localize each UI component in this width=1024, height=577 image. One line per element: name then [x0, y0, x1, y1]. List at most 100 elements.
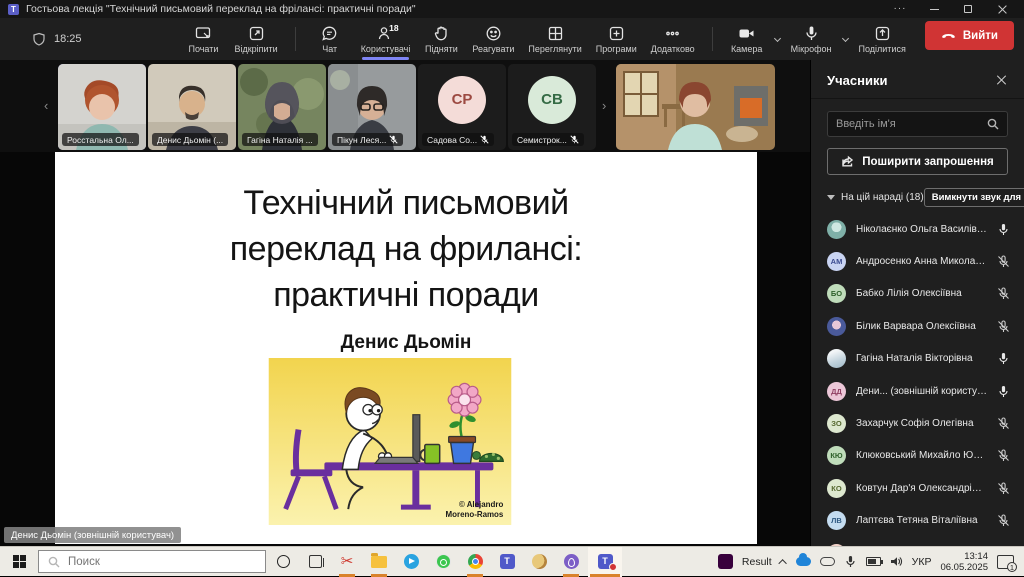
participant-row[interactable]: ЛВ Лаптєва Тетяна Віталіївна: [811, 505, 1024, 537]
taskbar-search-input[interactable]: [68, 556, 218, 568]
start-button[interactable]: [0, 547, 38, 577]
tray-expand-icon[interactable]: [778, 559, 786, 567]
participant-name: Гагіна Наталія Вікторівна: [856, 353, 987, 364]
participant-name: Ніколаєнко Ольга Василівна: [856, 224, 987, 235]
unpin-button[interactable]: Відкріпити: [229, 21, 282, 57]
tray-app-icon[interactable]: [718, 554, 733, 569]
video-thumbnail[interactable]: СВ Семистрок...: [508, 64, 596, 150]
presenter-name-label: Денис Дьомін (зовнішній користувач): [4, 527, 181, 543]
cloud-icon[interactable]: [820, 557, 835, 566]
camera-button[interactable]: Камера: [725, 21, 769, 57]
windows-logo-icon: [13, 555, 26, 568]
mic-on-icon[interactable]: [997, 352, 1010, 365]
collapse-chevron-icon[interactable]: [827, 195, 835, 200]
share-invite-button[interactable]: Поширити запрошення: [827, 148, 1008, 175]
participant-row[interactable]: КЮ Клюковський Михайло Юрій...: [811, 440, 1024, 472]
teams-button[interactable]: T: [492, 547, 522, 577]
whatsapp-button[interactable]: [428, 547, 458, 577]
tray-result-label[interactable]: Result: [742, 556, 772, 568]
participant-row[interactable]: АМ Андросенко Анна Миколаївна: [811, 245, 1024, 277]
snip-app-button[interactable]: ✂: [332, 547, 362, 577]
chrome-button[interactable]: [460, 547, 490, 577]
leave-button[interactable]: Вийти: [925, 21, 1014, 50]
mic-off-icon[interactable]: [997, 449, 1010, 462]
share-button[interactable]: Поділитися: [854, 21, 911, 57]
camera-chevron-icon[interactable]: [774, 34, 781, 41]
participant-row[interactable]: ДД Дени... (зовнішній користувач): [811, 375, 1024, 407]
viber-icon: [564, 554, 579, 569]
language-indicator[interactable]: УКР: [912, 556, 932, 568]
mic-off-icon[interactable]: [997, 320, 1010, 333]
participant-row[interactable]: БО Бабко Лілія Олексіївна: [811, 278, 1024, 310]
react-button[interactable]: Реагувати: [467, 21, 519, 57]
more-button[interactable]: Додатково: [646, 21, 700, 57]
participant-row[interactable]: ЗО Захарчук Софія Олегівна: [811, 407, 1024, 439]
participants-count-badge: 18: [389, 23, 398, 33]
tray-time: 13:14: [940, 551, 988, 562]
cortana-button[interactable]: [268, 547, 298, 577]
initials-avatar: СВ: [528, 76, 576, 124]
participant-row[interactable]: Білик Варвара Олексіївна: [811, 310, 1024, 342]
video-thumbnail[interactable]: Пікун Леся...: [328, 64, 416, 150]
participant-row[interactable]: КО Ковтун Дар'я Олександрівна: [811, 472, 1024, 504]
video-thumbnail[interactable]: Денис Дьомін (...: [148, 64, 236, 150]
participant-search[interactable]: [827, 111, 1008, 137]
participant-name: Білик Варвара Олексіївна: [856, 321, 987, 332]
mic-off-icon[interactable]: [997, 287, 1010, 300]
cartoon-credit-line2: Moreno-Ramos: [446, 510, 504, 519]
share-screen-button[interactable]: Почати: [181, 21, 225, 57]
participant-name: Захарчук Софія Олегівна: [856, 418, 987, 429]
strip-scroll-right-icon[interactable]: ›: [602, 98, 606, 113]
volume-icon[interactable]: [890, 555, 903, 568]
more-options-icon[interactable]: ···: [886, 1, 914, 17]
paint-button[interactable]: [524, 547, 554, 577]
task-view-button[interactable]: [300, 547, 330, 577]
taskbar-search[interactable]: [38, 550, 266, 573]
search-icon: [987, 118, 999, 130]
mic-on-icon[interactable]: [997, 385, 1010, 398]
main-speaker-video[interactable]: [616, 64, 775, 150]
system-tray: Result УКР 13:14 06.05.2025 1: [718, 551, 1024, 573]
chat-button[interactable]: Чат: [308, 21, 352, 57]
muted-mic-icon: [480, 135, 489, 144]
avatar: ЗО: [827, 414, 846, 433]
viber-button[interactable]: [556, 547, 586, 577]
view-button[interactable]: Переглянути: [523, 21, 586, 57]
notification-center-icon[interactable]: 1: [997, 555, 1014, 569]
close-button[interactable]: [988, 1, 1016, 17]
mic-on-icon[interactable]: [997, 223, 1010, 236]
participants-button[interactable]: 18 Користувачі: [356, 21, 416, 57]
microphone-chevron-icon[interactable]: [841, 34, 848, 41]
mute-all-button[interactable]: Вимкнути звук для ...: [924, 188, 1024, 207]
battery-icon[interactable]: [866, 557, 881, 566]
telegram-button[interactable]: [396, 547, 426, 577]
strip-scroll-left-icon[interactable]: ‹: [44, 98, 48, 113]
mic-off-icon[interactable]: [997, 255, 1010, 268]
raise-hand-button[interactable]: Підняти: [419, 21, 463, 57]
mic-off-icon[interactable]: [997, 482, 1010, 495]
mic-off-icon[interactable]: [997, 417, 1010, 430]
participant-row[interactable]: Ніколаєнко Ольга Василівна: [811, 213, 1024, 245]
grid-view-icon: [547, 25, 564, 42]
add-app-icon: [608, 25, 625, 42]
clock[interactable]: 13:14 06.05.2025: [940, 551, 988, 573]
minimize-button[interactable]: [920, 1, 948, 17]
tray-mic-icon[interactable]: [844, 555, 857, 568]
video-thumbnail[interactable]: СР Садова Со...: [418, 64, 506, 150]
participant-search-input[interactable]: [836, 118, 987, 130]
teams-meeting-app-button[interactable]: T: [588, 547, 622, 577]
mic-off-icon[interactable]: [997, 514, 1010, 527]
shield-icon: [32, 32, 46, 46]
panel-close-icon[interactable]: [994, 72, 1010, 88]
popout-icon: [248, 25, 265, 42]
apps-button[interactable]: Програми: [591, 21, 642, 57]
participant-row[interactable]: Гагіна Наталія Вікторівна: [811, 343, 1024, 375]
microphone-button[interactable]: Мікрофон: [786, 21, 837, 57]
video-thumbnail[interactable]: Гагіна Наталія ...: [238, 64, 326, 150]
onedrive-icon[interactable]: [796, 557, 811, 566]
avatar: [827, 220, 846, 239]
maximize-button[interactable]: [954, 1, 982, 17]
participants-panel: Учасники Поширити запрошення На цій нара…: [810, 60, 1024, 546]
file-explorer-button[interactable]: [364, 547, 394, 577]
video-thumbnail[interactable]: Росстальна Ол...: [58, 64, 146, 150]
